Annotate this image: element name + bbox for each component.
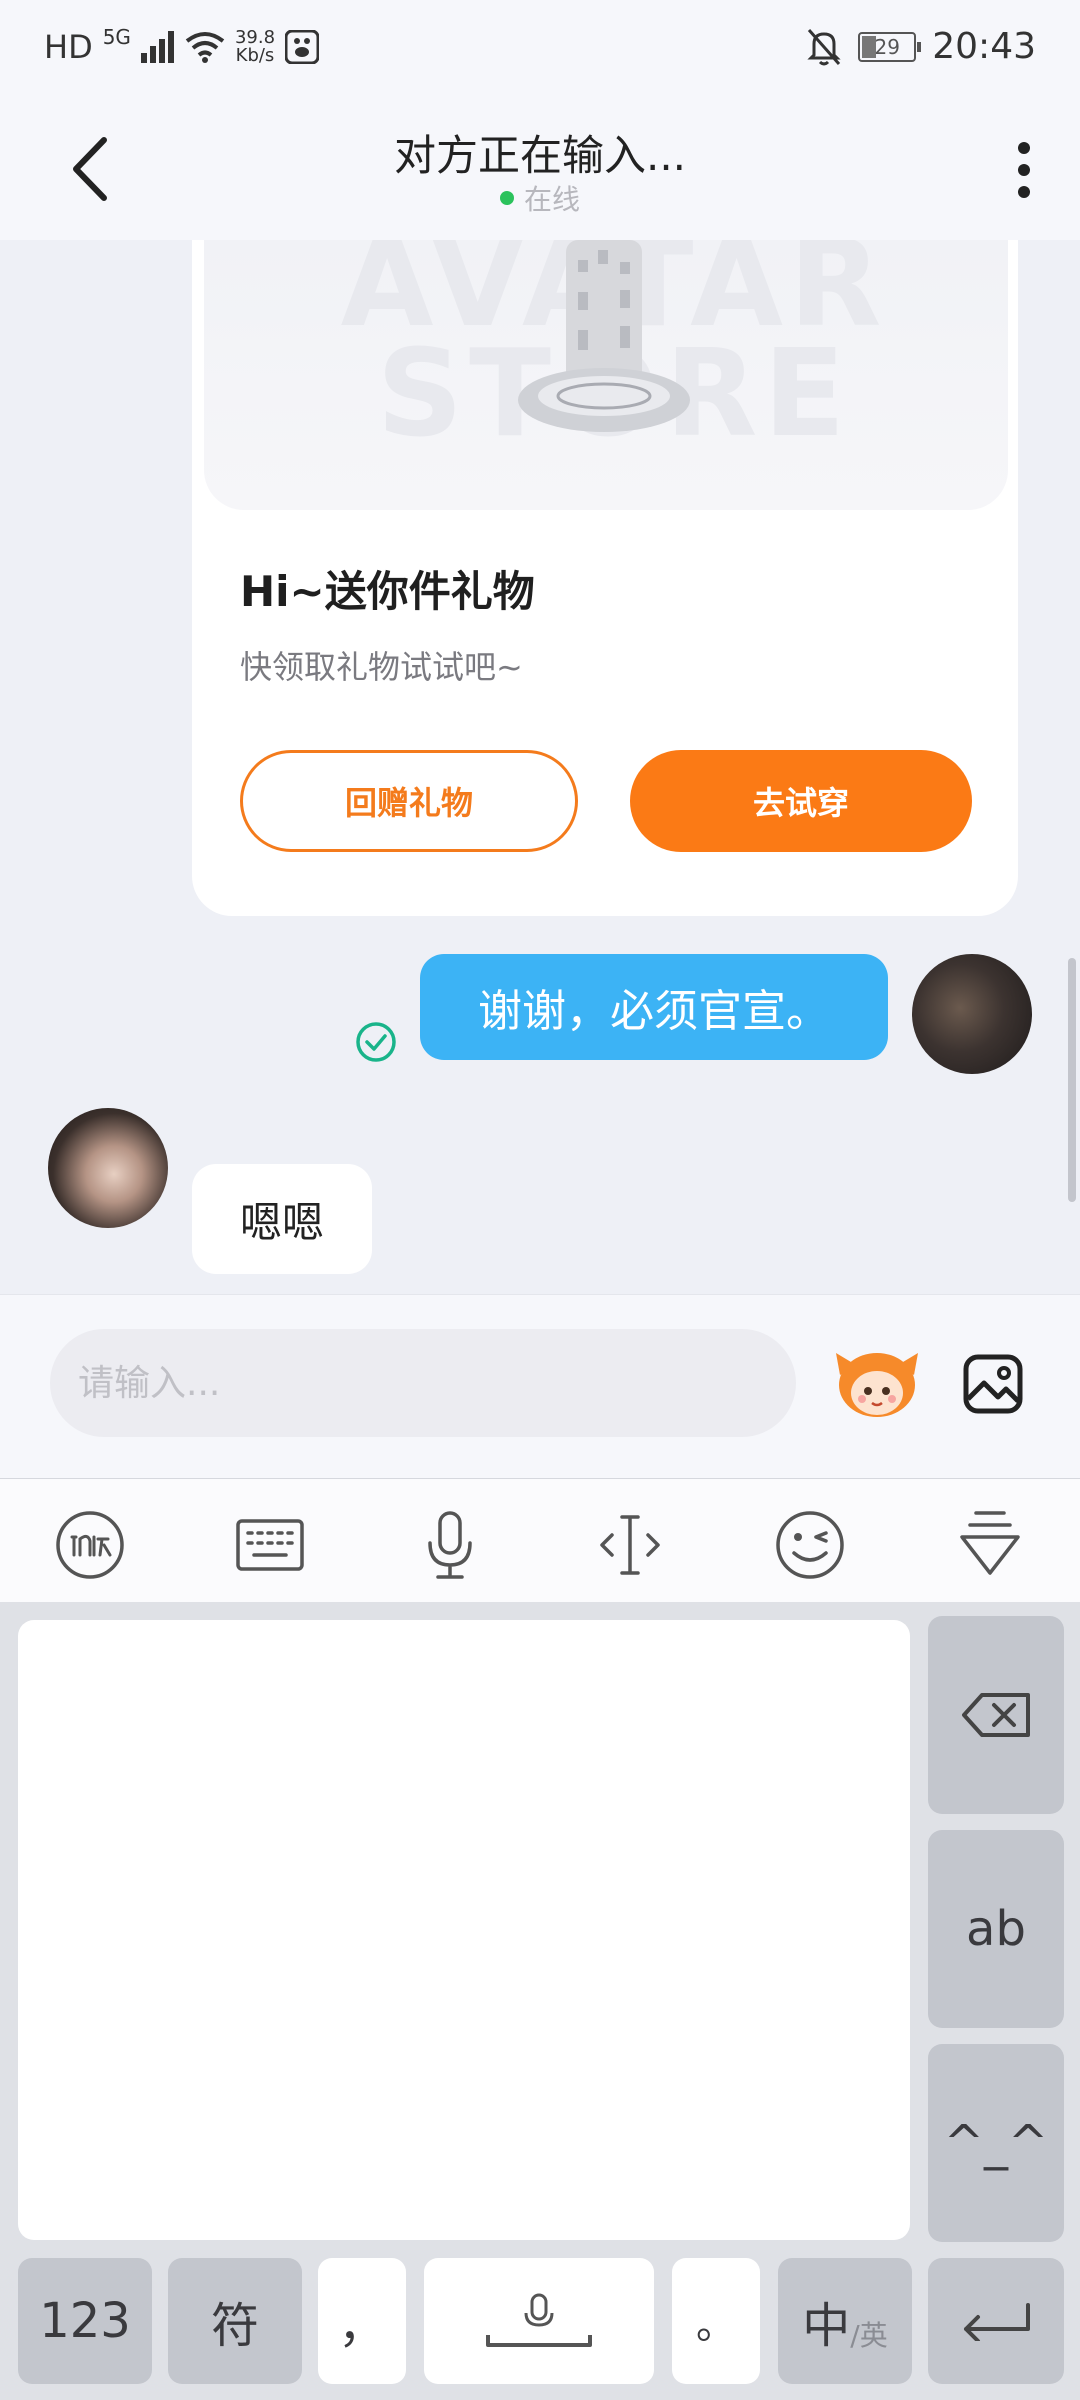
enter-icon xyxy=(964,2303,1030,2341)
handwriting-area[interactable] xyxy=(18,1620,910,2240)
carrier-label: HD xyxy=(44,28,93,66)
wifi-icon xyxy=(185,32,225,63)
battery-icon: 29 xyxy=(858,31,922,62)
try-on-button[interactable]: 去试穿 xyxy=(630,750,972,852)
numbers-key[interactable]: 123 xyxy=(18,2258,152,2384)
status-right: 29 20:43 xyxy=(806,26,1036,67)
battery-level: 29 xyxy=(874,34,900,59)
face-symbol-key[interactable]: ^_^ xyxy=(928,2044,1064,2242)
gift-image: AVATAR STORE xyxy=(204,240,1008,510)
return-gift-button[interactable]: 回赠礼物 xyxy=(240,750,578,852)
microphone-icon[interactable] xyxy=(414,1509,486,1581)
keyboard-icon[interactable] xyxy=(234,1509,306,1581)
mascot-sticker-icon[interactable] xyxy=(834,1345,920,1421)
hide-keyboard-icon[interactable] xyxy=(954,1509,1026,1581)
gift-card[interactable]: AVATAR STORE Hi~送你件礼物 快领取礼物试试吧~ 回赠礼物 去试穿 xyxy=(192,240,1018,916)
my-avatar[interactable] xyxy=(912,954,1032,1074)
emoji-wink-icon[interactable] xyxy=(774,1509,846,1581)
network-type: 5G xyxy=(102,25,131,49)
language-switch-key[interactable]: 中/英 xyxy=(778,2258,912,2384)
backspace-icon xyxy=(962,1693,1030,1737)
space-key[interactable] xyxy=(424,2258,654,2384)
message-bubble-incoming[interactable]: 嗯嗯 xyxy=(192,1164,372,1274)
ab-key[interactable]: ab xyxy=(928,1830,1064,2028)
period-key[interactable]: 。 xyxy=(672,2258,760,2384)
message-input[interactable] xyxy=(50,1329,796,1437)
keyboard-toolbar xyxy=(0,1478,1080,1605)
lang-main-label: 中 xyxy=(802,2298,851,2354)
baidu-paw-icon xyxy=(285,30,320,64)
more-options-icon[interactable] xyxy=(1012,140,1036,200)
image-gallery-icon[interactable] xyxy=(962,1353,1024,1415)
clock: 20:43 xyxy=(932,26,1036,67)
comma-key[interactable]: ， xyxy=(318,2258,406,2384)
status-left: HD 5G 39.8 Kb/s xyxy=(44,25,320,66)
bell-off-icon xyxy=(807,28,841,65)
xunfei-logo-icon[interactable] xyxy=(54,1509,126,1581)
symbols-key[interactable]: 符 xyxy=(168,2258,302,2384)
status-bar: HD 5G 39.8 Kb/s 29 20:43 xyxy=(0,0,1080,96)
online-label: 在线 xyxy=(523,183,580,216)
chat-scrollbar[interactable] xyxy=(1068,958,1076,1202)
online-dot-icon xyxy=(499,191,514,205)
read-check-icon xyxy=(356,1022,396,1062)
message-input-bar xyxy=(0,1294,1080,1479)
message-bubble-outgoing[interactable]: 谢谢，必须官宣。 xyxy=(420,954,888,1060)
gift-title: Hi~送你件礼物 xyxy=(240,567,535,616)
online-status: 在线 xyxy=(0,178,1080,218)
crown-trophy-icon xyxy=(518,240,690,432)
space-mic-icon xyxy=(486,2293,592,2347)
lang-alt-label: /英 xyxy=(850,2319,888,2352)
enter-key[interactable] xyxy=(928,2258,1064,2384)
cursor-move-icon[interactable] xyxy=(594,1509,666,1581)
contact-avatar[interactable] xyxy=(48,1108,168,1228)
chat-title: 对方正在输入... xyxy=(393,131,687,180)
signal-icon xyxy=(140,31,174,63)
gift-subtitle: 快领取礼物试试吧~ xyxy=(240,648,523,686)
chat-header: 对方正在输入... 在线 xyxy=(0,96,1080,240)
network-speed: 39.8 Kb/s xyxy=(234,27,276,66)
keyboard: ab ^_^ 123 符 ， 。 中/英 xyxy=(0,1602,1080,2400)
backspace-key[interactable] xyxy=(928,1616,1064,1814)
